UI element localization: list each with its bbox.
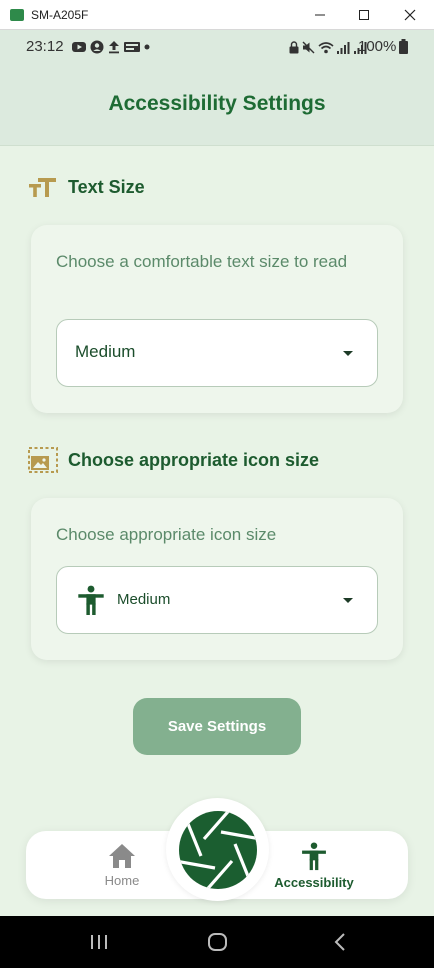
text-size-title: Text Size [68, 176, 145, 197]
text-size-selected: Medium [75, 342, 136, 361]
window-titlebar: SM-A205F [0, 0, 434, 30]
maximize-button[interactable] [352, 5, 376, 25]
save-settings-button[interactable]: Save Settings [133, 698, 301, 755]
close-icon [404, 9, 416, 21]
account-icon [90, 40, 104, 54]
battery-percent: 100% [358, 38, 397, 55]
status-time: 23:12 [26, 38, 64, 55]
icon-size-title: Choose appropriate icon size [68, 449, 320, 470]
camera-fab-button[interactable] [166, 798, 269, 901]
home-circle-icon [208, 933, 227, 951]
battery-icon [399, 39, 408, 54]
nav-accessibility[interactable]: Accessibility [264, 831, 364, 899]
chevron-down-icon [343, 351, 353, 356]
icon-size-selected: Medium [117, 591, 171, 608]
accessibility-person-icon [78, 585, 104, 615]
text-size-dropdown[interactable]: Medium [56, 319, 378, 387]
system-navigation-bar [0, 916, 434, 968]
aperture-icon [178, 810, 257, 889]
text-size-card: Choose a comfortable text size to read M… [31, 225, 403, 413]
nav-home[interactable]: Home [96, 831, 148, 899]
lock-icon [289, 40, 299, 53]
text-size-description: Choose a comfortable text size to read [56, 252, 348, 271]
minimize-icon [315, 14, 325, 16]
text-size-header: Text Size [28, 172, 145, 202]
accessibility-icon [302, 841, 326, 870]
chevron-down-icon [343, 598, 353, 603]
back-icon [334, 933, 345, 951]
nav-home-label: Home [104, 872, 140, 888]
minimize-button[interactable] [308, 5, 332, 25]
signal-icon-1 [337, 41, 350, 54]
icon-size-card: Choose appropriate icon size Medium [31, 498, 403, 660]
back-button[interactable] [325, 930, 355, 954]
recents-icon [91, 935, 107, 949]
nav-accessibility-label: Accessibility [274, 874, 354, 890]
youtube-icon [72, 42, 86, 52]
close-button[interactable] [398, 5, 422, 25]
status-bar: 23:12 100% [0, 30, 434, 68]
image-size-icon [28, 447, 58, 473]
icon-size-dropdown[interactable]: Medium [56, 566, 378, 634]
page-title: Accessibility Settings [108, 92, 326, 115]
upload-icon [109, 41, 119, 54]
maximize-icon [359, 10, 369, 20]
icon-size-header: Choose appropriate icon size [28, 445, 319, 475]
home-icon [109, 843, 135, 868]
more-notifications-icon [144, 44, 150, 50]
wifi-icon [318, 41, 334, 53]
icon-size-description: Choose appropriate icon size [56, 525, 277, 544]
app-bar: Accessibility Settings [0, 68, 434, 146]
window-title: SM-A205F [31, 8, 89, 22]
text-size-icon [29, 178, 56, 197]
app-notification-icon [124, 42, 140, 52]
mute-icon [302, 41, 315, 53]
app-icon [10, 9, 24, 21]
recents-button[interactable] [84, 930, 114, 954]
home-system-button[interactable] [203, 930, 233, 954]
